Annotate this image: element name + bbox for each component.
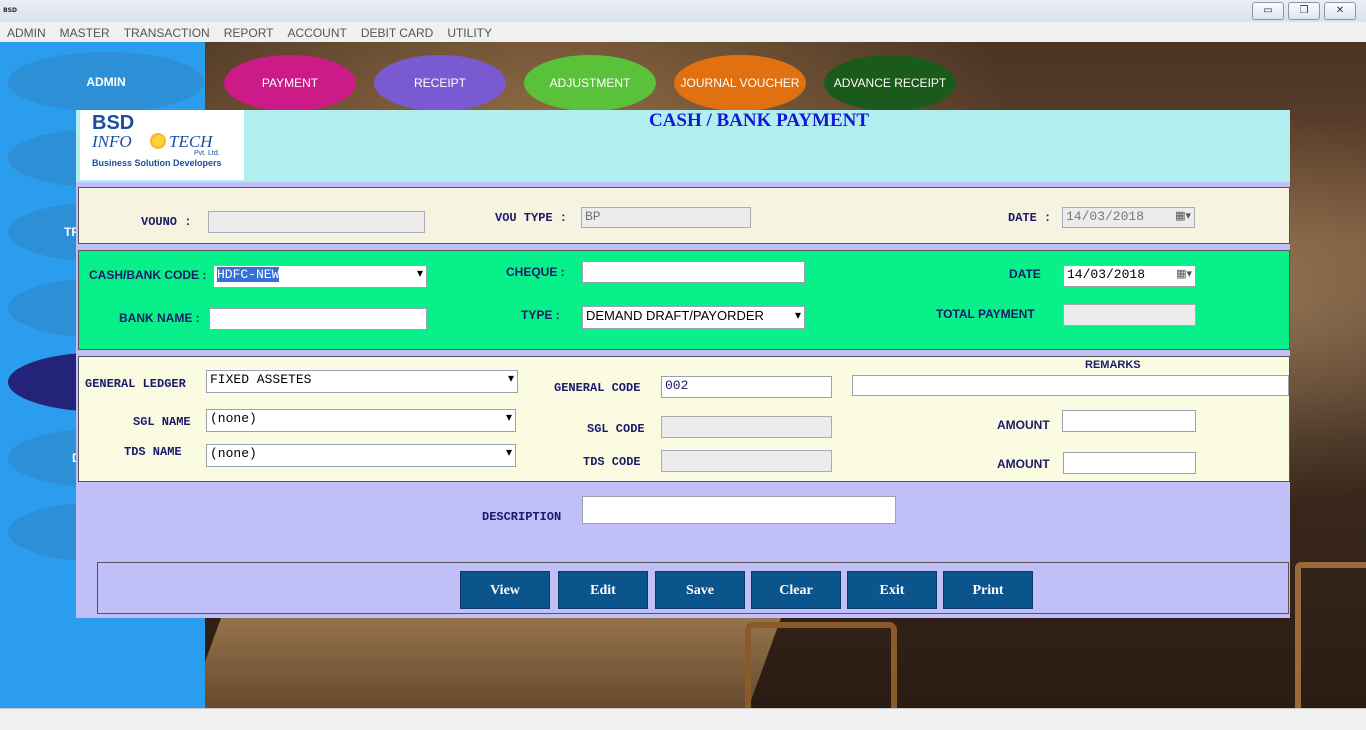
tab-advance-receipt[interactable]: ADVANCE RECEIPT — [824, 55, 956, 111]
sgl-name-label: SGL NAME — [133, 415, 191, 429]
tds-amount-label: AMOUNT — [997, 457, 1050, 471]
menu-master[interactable]: MASTER — [53, 22, 117, 42]
description-label: DESCRIPTION — [482, 510, 562, 524]
menu-bar: ADMIN MASTER TRANSACTION REPORT ACCOUNT … — [0, 22, 1366, 42]
exit-button[interactable]: Exit — [847, 571, 937, 609]
bank-name-label: BANK NAME : — [119, 311, 200, 325]
total-payment-label: TOTAL PAYMENT — [936, 307, 1035, 321]
sgl-code-input[interactable] — [661, 416, 832, 438]
amount-label: AMOUNT — [997, 418, 1050, 432]
general-ledger-select[interactable]: FIXED ASSETES — [206, 370, 518, 393]
cash-bank-code-label: CASH/BANK CODE : — [89, 268, 207, 282]
save-button[interactable]: Save — [655, 571, 745, 609]
remarks-label: REMARKS — [1085, 359, 1141, 371]
minimize-button[interactable]: ▭ — [1252, 2, 1284, 20]
menu-transaction[interactable]: TRANSACTION — [117, 22, 217, 42]
bank-name-input[interactable] — [209, 308, 427, 330]
tds-code-label: TDS CODE — [583, 455, 641, 469]
cash-bank-code-select[interactable]: HDFC-NEW — [213, 265, 427, 288]
window-controls: ▭ ❐ ✕ — [1252, 2, 1356, 20]
sun-icon — [150, 133, 166, 149]
form-header: BSD INFO TECH Pvt. Ltd. Business Solutio… — [76, 110, 1290, 182]
menu-debit-card[interactable]: DEBIT CARD — [354, 22, 440, 42]
tds-amount-input[interactable] — [1063, 452, 1196, 474]
voutype-input[interactable]: BP — [581, 207, 751, 228]
bank-section: CASH/BANK CODE : HDFC-NEW CHEQUE : DATE … — [78, 250, 1290, 350]
payment-form: BSD INFO TECH Pvt. Ltd. Business Solutio… — [76, 110, 1290, 618]
tab-receipt[interactable]: RECEIPT — [374, 55, 506, 111]
sgl-code-label: SGL CODE — [587, 422, 645, 436]
remarks-input[interactable] — [852, 375, 1289, 396]
tds-code-input[interactable] — [661, 450, 832, 472]
edit-button[interactable]: Edit — [558, 571, 648, 609]
description-input[interactable] — [582, 496, 896, 524]
voucher-date-picker[interactable]: 14/03/2018 — [1062, 207, 1195, 228]
company-logo: BSD INFO TECH Pvt. Ltd. Business Solutio… — [80, 110, 244, 180]
background-chair — [1295, 562, 1366, 708]
background-chair — [745, 622, 897, 708]
cheque-label: CHEQUE : — [506, 265, 565, 279]
voucher-section: VOUNO : VOU TYPE : BP DATE : 14/03/2018 — [78, 187, 1290, 244]
sgl-name-select[interactable]: (none) — [206, 409, 516, 432]
tds-name-select[interactable]: (none) — [206, 444, 516, 467]
view-button[interactable]: View — [460, 571, 550, 609]
bank-date-label: DATE — [1009, 267, 1041, 281]
status-bar — [0, 708, 1366, 730]
menu-report[interactable]: REPORT — [217, 22, 281, 42]
tds-name-label: TDS NAME — [124, 445, 182, 459]
tab-payment[interactable]: PAYMENT — [224, 55, 356, 111]
app-icon: BSD — [3, 7, 17, 14]
voutype-label: VOU TYPE : — [495, 211, 568, 225]
vouno-input[interactable] — [208, 211, 425, 233]
tab-journal-voucher[interactable]: JOURNAL VOUCHER — [674, 55, 806, 111]
total-payment-input[interactable] — [1063, 304, 1196, 326]
type-label: TYPE : — [521, 308, 560, 322]
general-code-input[interactable]: 002 — [661, 376, 832, 398]
restore-button[interactable]: ❐ — [1288, 2, 1320, 20]
page-title: CASH / BANK PAYMENT — [648, 110, 870, 131]
menu-admin[interactable]: ADMIN — [0, 22, 53, 42]
side-item-admin[interactable]: ADMIN — [8, 52, 204, 112]
payment-type-select[interactable]: DEMAND DRAFT/PAYORDER — [582, 306, 805, 329]
ledger-section: GENERAL LEDGER FIXED ASSETES GENERAL COD… — [78, 356, 1290, 482]
amount-input[interactable] — [1062, 410, 1196, 432]
vouno-label: VOUNO : — [141, 215, 192, 229]
title-bar: BSD ▭ ❐ ✕ — [0, 0, 1366, 23]
general-ledger-label: GENERAL LEDGER — [85, 377, 186, 391]
general-code-label: GENERAL CODE — [554, 381, 641, 395]
menu-utility[interactable]: UTILITY — [440, 22, 499, 42]
tab-adjustment[interactable]: ADJUSTMENT — [524, 55, 656, 111]
close-button[interactable]: ✕ — [1324, 2, 1356, 20]
menu-account[interactable]: ACCOUNT — [281, 22, 354, 42]
clear-button[interactable]: Clear — [751, 571, 841, 609]
date-label: DATE : — [1008, 211, 1052, 225]
action-bar: View Edit Save Clear Exit Print — [97, 562, 1289, 614]
bank-date-picker[interactable]: 14/03/2018 — [1063, 265, 1196, 287]
cheque-input[interactable] — [582, 261, 805, 283]
print-button[interactable]: Print — [943, 571, 1033, 609]
